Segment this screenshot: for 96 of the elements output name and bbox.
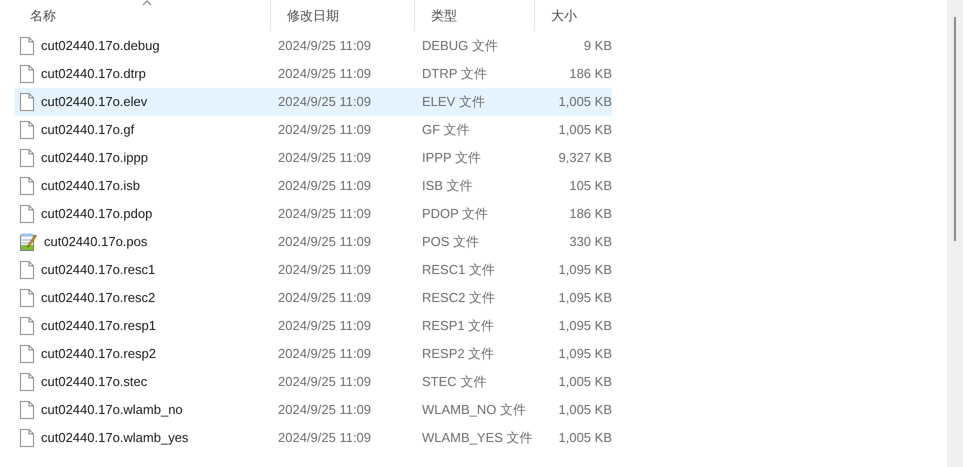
file-icon — [20, 65, 34, 83]
notepad-icon — [20, 233, 37, 251]
file-name: cut02440.17o.resp2 — [41, 345, 156, 364]
file-icon — [20, 289, 34, 307]
modified-date: 2024/9/25 11:09 — [277, 401, 372, 420]
file-icon — [20, 37, 34, 55]
file-type: IPPP 文件 — [421, 149, 482, 168]
file-row[interactable]: cut02440.17o.elev 2024/9/25 11:09 ELEV 文件 1,005 KB — [14, 88, 612, 116]
column-header[interactable]: 名称 — [14, 0, 271, 31]
file-type: WLAMB_NO 文件 — [421, 401, 528, 420]
file-name: cut02440.17o.stec — [41, 373, 148, 392]
file-size: 1,005 KB — [558, 429, 612, 448]
file-name: cut02440.17o.ippp — [41, 149, 148, 168]
file-icon — [20, 261, 34, 279]
file-size: 9 KB — [582, 37, 612, 56]
file-row[interactable]: cut02440.17o.resp2 2024/9/25 11:09 RESP2 文件 1,095 KB — [14, 340, 612, 368]
file-size: 105 KB — [568, 177, 612, 196]
file-type: RESP2 文件 — [421, 345, 496, 364]
file-name: cut02440.17o.debug — [41, 37, 160, 56]
file-row[interactable]: cut02440.17o.pos 2024/9/25 11:09 POS 文件 330 KB — [14, 228, 612, 256]
modified-date: 2024/9/25 11:09 — [277, 177, 372, 196]
file-type: ELEV 文件 — [421, 93, 486, 112]
file-icon — [20, 317, 34, 335]
file-name: cut02440.17o.pdop — [41, 205, 152, 224]
file-row[interactable]: cut02440.17o.dtrp 2024/9/25 11:09 DTRP 文件 186 KB — [14, 60, 612, 88]
file-row[interactable]: cut02440.17o.resc1 2024/9/25 11:09 RESC1 文件 1,095 KB — [14, 256, 612, 284]
file-type: ISB 文件 — [421, 177, 474, 196]
file-name: cut02440.17o.pos — [44, 233, 148, 252]
file-size: 1,095 KB — [558, 345, 612, 364]
file-name: cut02440.17o.resc1 — [41, 261, 156, 280]
file-type: WLAMB_YES 文件 — [421, 429, 534, 448]
file-size: 1,005 KB — [558, 401, 612, 420]
file-row[interactable]: cut02440.17o.ippp 2024/9/25 11:09 IPPP 文件 9,327 KB — [14, 144, 612, 172]
modified-date: 2024/9/25 11:09 — [277, 93, 372, 112]
file-name: cut02440.17o.resp1 — [41, 317, 156, 336]
file-icon — [20, 177, 34, 195]
file-name: cut02440.17o.wlamb_no — [41, 401, 183, 420]
modified-date: 2024/9/25 11:09 — [277, 317, 372, 336]
file-icon — [20, 401, 34, 419]
file-icon — [20, 345, 34, 363]
file-type: RESC1 文件 — [421, 261, 496, 280]
file-row[interactable]: cut02440.17o.wlamb_yes 2024/9/25 11:09 WLAMB_YES 文件 1,005 KB — [14, 424, 612, 452]
file-size: 1,005 KB — [558, 373, 612, 392]
file-row[interactable]: cut02440.17o.wlamb_no 2024/9/25 11:09 WLAMB_NO 文件 1,005 KB — [14, 396, 612, 424]
sort-caret-icon — [142, 0, 152, 6]
file-row[interactable]: cut02440.17o.stec 2024/9/25 11:09 STEC 文件 1,005 KB — [14, 368, 612, 396]
file-icon — [20, 93, 34, 111]
modified-date: 2024/9/25 11:09 — [277, 261, 372, 280]
file-row[interactable]: cut02440.17o.resp1 2024/9/25 11:09 RESP1 文件 1,095 KB — [14, 312, 612, 340]
file-icon — [20, 429, 34, 447]
modified-date: 2024/9/25 11:09 — [277, 37, 372, 56]
file-size: 1,095 KB — [558, 317, 612, 336]
column-header[interactable]: 修改日期 — [271, 0, 415, 31]
file-size: 186 KB — [568, 65, 612, 84]
modified-date: 2024/9/25 11:09 — [277, 205, 372, 224]
file-name: cut02440.17o.dtrp — [41, 65, 146, 84]
file-type: RESC2 文件 — [421, 289, 496, 308]
modified-date: 2024/9/25 11:09 — [277, 149, 372, 168]
modified-date: 2024/9/25 11:09 — [277, 429, 372, 448]
scrollbar-thumb[interactable] — [954, 17, 956, 241]
modified-date: 2024/9/25 11:09 — [277, 121, 372, 140]
file-size: 9,327 KB — [558, 149, 612, 168]
file-row[interactable]: cut02440.17o.pdop 2024/9/25 11:09 PDOP 文件 186 KB — [14, 200, 612, 228]
file-type: GF 文件 — [421, 121, 471, 140]
file-name: cut02440.17o.gf — [41, 121, 134, 140]
file-type: DEBUG 文件 — [421, 37, 499, 56]
modified-date: 2024/9/25 11:09 — [277, 65, 372, 84]
file-name: cut02440.17o.elev — [41, 93, 148, 112]
file-row[interactable]: cut02440.17o.isb 2024/9/25 11:09 ISB 文件 105 KB — [14, 172, 612, 200]
file-row[interactable]: cut02440.17o.resc2 2024/9/25 11:09 RESC2 文件 1,095 KB — [14, 284, 612, 312]
file-type: DTRP 文件 — [421, 65, 488, 84]
modified-date: 2024/9/25 11:09 — [277, 345, 372, 364]
file-row[interactable]: cut02440.17o.gf 2024/9/25 11:09 GF 文件 1,005 KB — [14, 116, 612, 144]
file-size: 186 KB — [568, 205, 612, 224]
file-size: 330 KB — [568, 233, 612, 252]
column-header[interactable]: 类型 — [415, 0, 535, 31]
file-size: 1,005 KB — [558, 121, 612, 140]
file-icon — [20, 373, 34, 391]
file-name: cut02440.17o.wlamb_yes — [41, 429, 188, 448]
file-icon — [20, 149, 34, 167]
modified-date: 2024/9/25 11:09 — [277, 373, 372, 392]
file-size: 1,095 KB — [558, 261, 612, 280]
file-row[interactable]: cut02440.17o.debug 2024/9/25 11:09 DEBUG 文件 9 KB — [14, 32, 612, 60]
file-name: cut02440.17o.isb — [41, 177, 140, 196]
file-name: cut02440.17o.resc2 — [41, 289, 156, 308]
column-header[interactable]: 大小 — [535, 0, 615, 31]
file-size: 1,095 KB — [558, 289, 612, 308]
file-size: 1,005 KB — [558, 93, 612, 112]
file-type: PDOP 文件 — [421, 205, 490, 224]
file-type: RESP1 文件 — [421, 317, 496, 336]
file-icon — [20, 121, 34, 139]
modified-date: 2024/9/25 11:09 — [277, 233, 372, 252]
file-icon — [20, 205, 34, 223]
file-type: STEC 文件 — [421, 373, 488, 392]
modified-date: 2024/9/25 11:09 — [277, 289, 372, 308]
file-type: POS 文件 — [421, 233, 480, 252]
